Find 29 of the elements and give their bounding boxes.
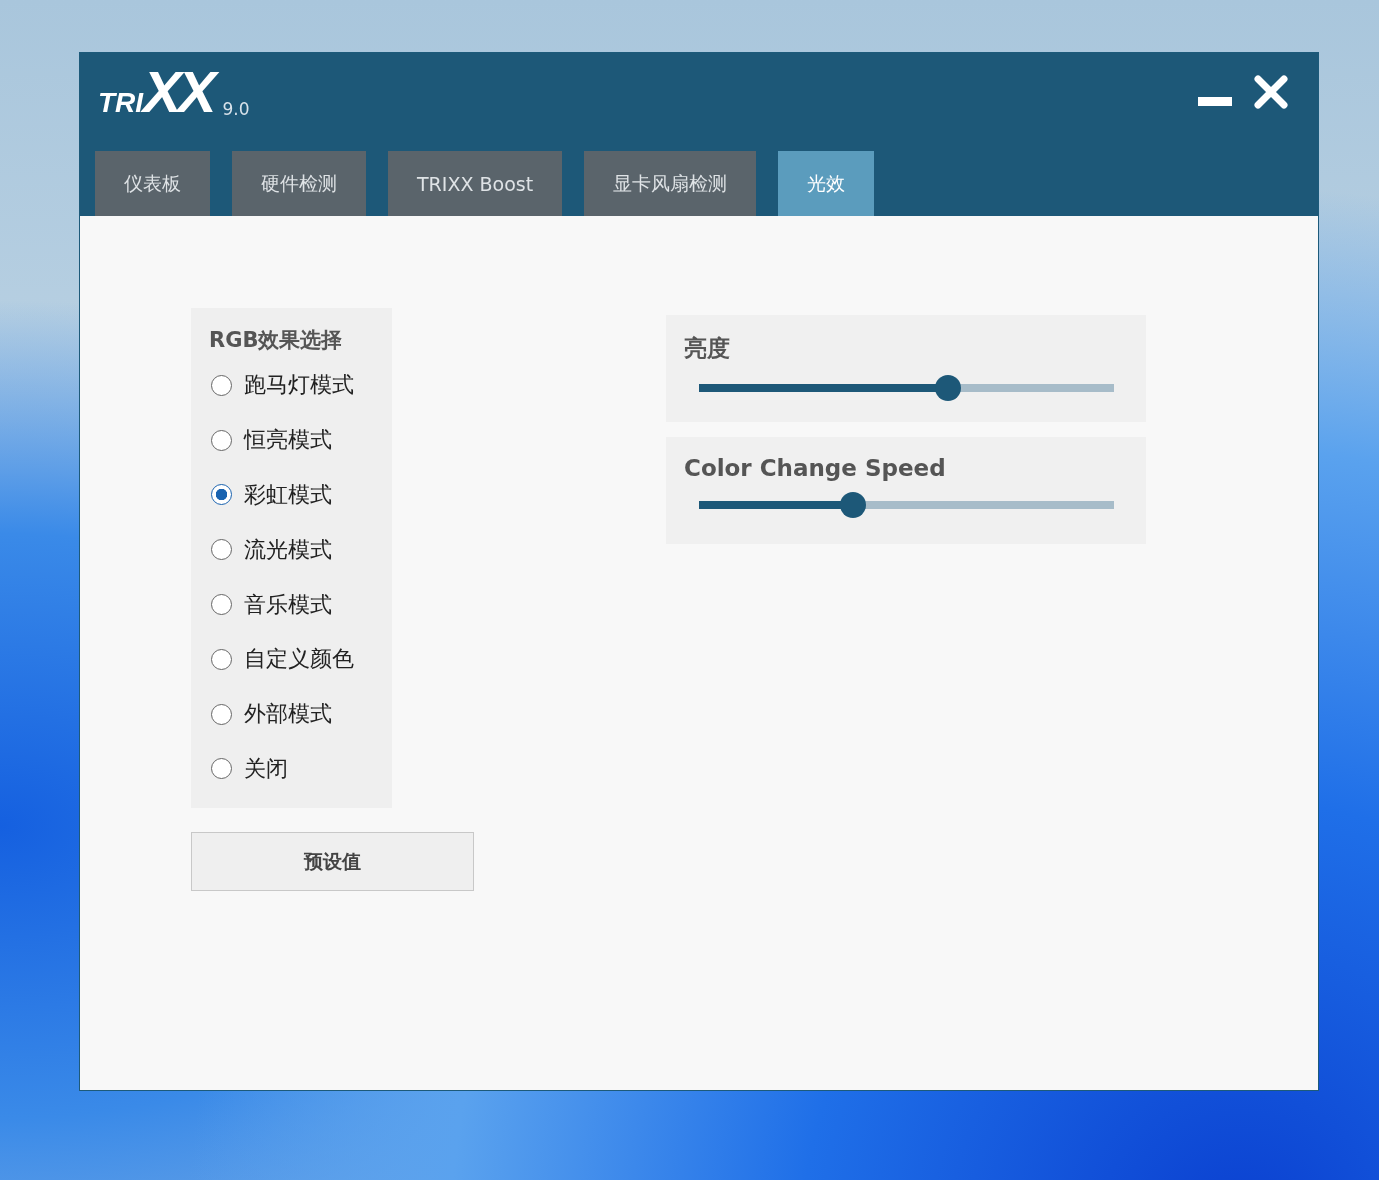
radio-label[interactable]: 跑马灯模式 — [244, 370, 354, 401]
slider-label: Color Change Speed — [684, 455, 947, 481]
radio-button[interactable] — [211, 594, 232, 616]
radio-button[interactable] — [211, 758, 232, 780]
panel-title: RGB效果选择 — [209, 327, 344, 354]
minimize-icon[interactable] — [1198, 95, 1232, 107]
radio-button[interactable] — [211, 703, 232, 725]
tab[interactable]: TRIXX Boost — [388, 151, 563, 216]
version-label: 9.0 — [222, 99, 250, 119]
radio-label[interactable]: 彩虹模式 — [244, 480, 332, 510]
preset-button[interactable]: 预设值 — [191, 832, 474, 892]
slider-thumb[interactable] — [839, 492, 866, 518]
radio-button[interactable] — [211, 429, 232, 451]
tab[interactable]: 仪表板 — [95, 151, 210, 216]
radio-label[interactable]: 恒亮模式 — [244, 425, 332, 456]
radio-label[interactable]: 关闭 — [244, 753, 288, 784]
tab[interactable]: 显卡风扇检测 — [584, 151, 757, 216]
radio-label[interactable]: 音乐模式 — [244, 589, 332, 620]
radio-label[interactable]: 外部模式 — [244, 699, 332, 730]
radio-button[interactable] — [211, 539, 232, 561]
radio-label[interactable]: 自定义颜色 — [244, 644, 354, 675]
tab[interactable]: 硬件检测 — [232, 151, 366, 216]
radio-button[interactable] — [211, 484, 232, 506]
radio-button[interactable] — [211, 374, 232, 396]
radio-label[interactable]: 流光模式 — [244, 534, 332, 565]
slider-thumb[interactable] — [935, 375, 961, 401]
slider-label: 亮度 — [684, 334, 731, 363]
radio-button[interactable] — [211, 648, 232, 670]
close-icon[interactable] — [1254, 75, 1288, 109]
